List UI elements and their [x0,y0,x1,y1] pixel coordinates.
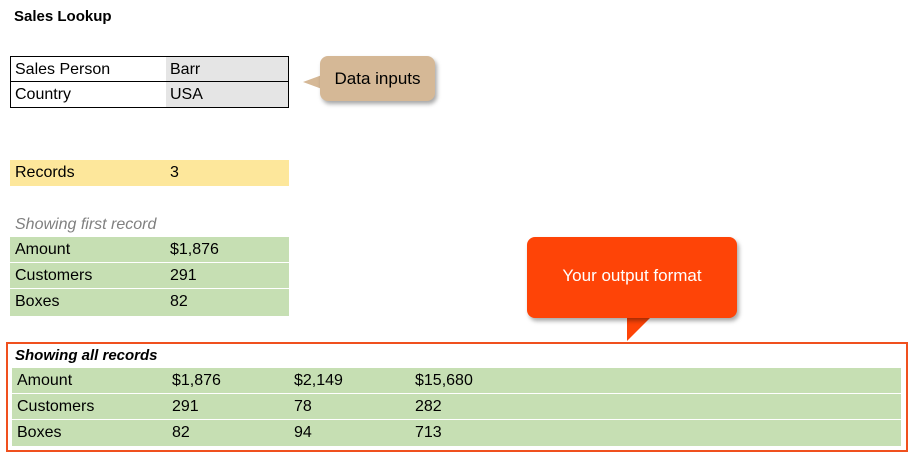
table-row: Customers 291 78 282 [12,394,901,420]
input-value[interactable]: USA [170,85,203,105]
row-label: Boxes [17,424,62,441]
row-label: Amount [15,241,71,258]
input-row-country: Country USA [11,82,288,107]
cell-value[interactable]: $1,876 [172,371,221,391]
row-value[interactable]: $1,876 [170,240,219,260]
table-row: Boxes 82 [10,289,289,315]
input-label: Sales Person [15,61,111,78]
cell-value[interactable]: 82 [172,423,190,443]
cell-value[interactable]: 94 [294,423,312,443]
records-row: Records 3 [10,160,289,186]
cell-value[interactable]: $2,149 [294,371,343,391]
records-label: Records [15,164,75,181]
first-record-table: Amount $1,876 Customers 291 Boxes 82 [10,237,289,316]
callout-tail [627,317,651,341]
first-record-heading: Showing first record [15,216,157,233]
cell-value[interactable]: 291 [172,397,199,417]
output-format-callout: Your output format [527,237,737,318]
cell-value[interactable]: 78 [294,397,312,417]
all-records-frame: Showing all records Amount $1,876 $2,149… [6,342,908,452]
data-inputs-table: Sales Person Barr Country USA [10,56,289,108]
table-row: Amount $1,876 [10,237,289,263]
all-records-heading: Showing all records [15,347,158,364]
records-count[interactable]: 3 [170,163,179,183]
row-label: Amount [17,372,73,389]
all-records-table: Amount $1,876 $2,149 $15,680 Customers 2… [12,368,901,446]
country-input[interactable]: USA [166,82,288,107]
row-label: Boxes [15,293,60,310]
cell-value[interactable]: $15,680 [415,371,473,391]
row-label: Customers [17,398,95,415]
cell-value[interactable]: 713 [415,423,442,443]
data-inputs-callout: Data inputs [320,56,435,101]
sheet-title: Sales Lookup [14,8,112,25]
table-row: Boxes 82 94 713 [12,420,901,446]
cell-value[interactable]: 282 [415,397,442,417]
row-value[interactable]: 291 [170,266,197,286]
row-value[interactable]: 82 [170,292,188,312]
table-row: Amount $1,876 $2,149 $15,680 [12,368,901,394]
row-label: Customers [15,267,93,284]
input-label: Country [15,86,72,103]
input-value[interactable]: Barr [170,60,200,80]
table-row: Customers 291 [10,263,289,289]
input-row-sales-person: Sales Person Barr [11,57,288,82]
sales-person-input[interactable]: Barr [166,57,288,81]
